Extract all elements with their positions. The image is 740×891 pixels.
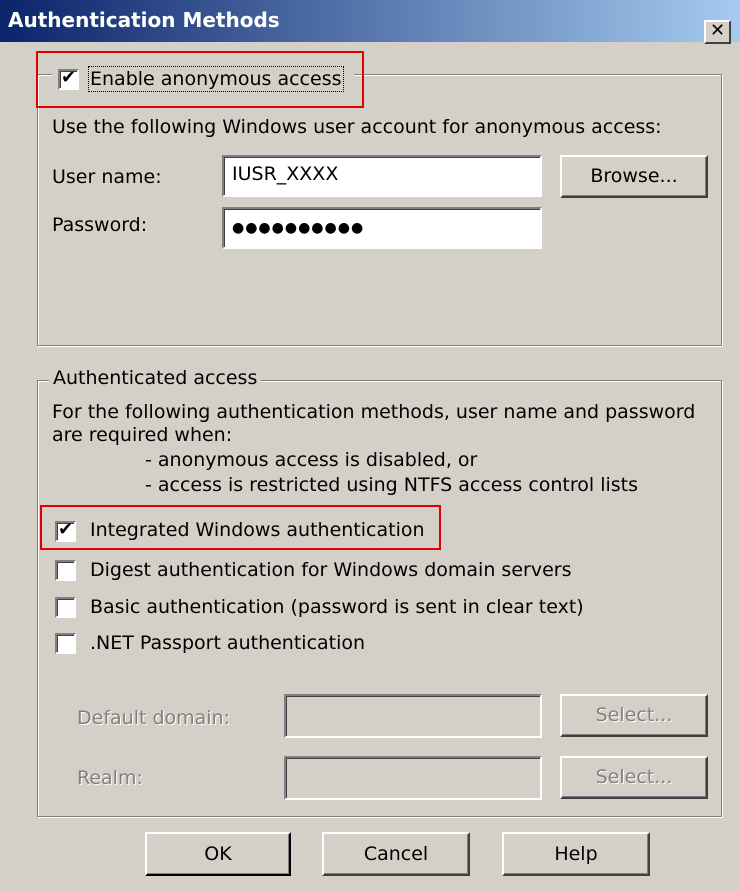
auth-bullet-1: - anonymous access is disabled, or [145, 449, 478, 471]
select-realm-button[interactable]: Select... [560, 756, 708, 799]
username-input[interactable]: IUSR_XXXX [222, 155, 542, 197]
title-bar: Authentication Methods [0, 0, 740, 42]
window-title: Authentication Methods [8, 8, 280, 32]
close-button[interactable]: ✕ [704, 20, 731, 44]
select-domain-button[interactable]: Select... [560, 694, 708, 737]
authenticated-group-title: Authenticated access [49, 367, 262, 389]
digest-auth-label[interactable]: Digest authentication for Windows domain… [90, 559, 571, 581]
auth-description-line1: For the following authentication methods… [52, 401, 696, 423]
digest-auth-checkbox[interactable] [55, 560, 76, 581]
ok-button[interactable]: OK [145, 832, 291, 876]
realm-input[interactable] [284, 756, 542, 800]
passport-auth-checkbox[interactable] [55, 633, 76, 654]
passport-auth-label[interactable]: .NET Passport authentication [90, 632, 365, 654]
anonymous-description: Use the following Windows user account f… [52, 116, 662, 138]
highlight-integrated [40, 505, 441, 550]
close-icon: ✕ [709, 20, 726, 41]
default-domain-label: Default domain: [77, 707, 231, 729]
basic-auth-label[interactable]: Basic authentication (password is sent i… [90, 596, 584, 618]
auth-bullet-2: - access is restricted using NTFS access… [145, 474, 639, 496]
browse-button[interactable]: Browse... [560, 155, 708, 198]
cancel-button[interactable]: Cancel [322, 832, 470, 876]
help-button[interactable]: Help [502, 832, 650, 876]
default-domain-input[interactable] [284, 694, 542, 738]
auth-description-line2: are required when: [52, 424, 233, 446]
realm-label: Realm: [77, 767, 143, 789]
highlight-anonymous [36, 51, 364, 108]
password-input[interactable]: ●●●●●●●●●● [222, 207, 542, 249]
username-label: User name: [52, 166, 162, 188]
password-label: Password: [52, 214, 148, 236]
basic-auth-checkbox[interactable] [55, 597, 76, 618]
